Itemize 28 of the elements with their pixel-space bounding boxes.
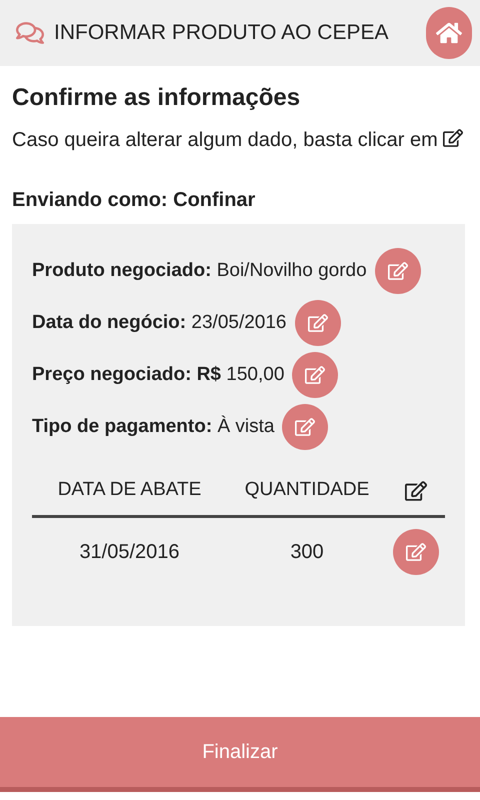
- edit-button[interactable]: [292, 352, 338, 398]
- table-cell-text: 31/05/2016: [78, 540, 181, 565]
- column-header: QUANTIDADE: [244, 478, 370, 502]
- edit-icon: [305, 365, 326, 385]
- info-text: Produto negociado: Boi/Novilho gordo: [32, 258, 367, 283]
- edit-icon: [443, 128, 464, 148]
- chat-icon: [16, 19, 44, 47]
- edit-icon: [295, 417, 316, 437]
- edit-button[interactable]: [374, 248, 421, 294]
- edit-button[interactable]: [282, 404, 328, 450]
- header-title: INFORMAR PRODUTO AO CEPEA: [54, 20, 390, 46]
- info-text: Data do negócio: 23/05/2016: [32, 310, 286, 335]
- info-text: Preço negociado: R$ 150,00: [32, 362, 284, 387]
- finish-button[interactable]: Finalizar: [0, 717, 480, 792]
- edit-icon: [388, 261, 408, 281]
- home-icon: [436, 20, 462, 46]
- edit-icon: [405, 480, 427, 502]
- info-text: Tipo de pagamento: À vista: [32, 414, 274, 439]
- edit-button[interactable]: [393, 529, 439, 575]
- page-heading: Confirme as informações: [12, 83, 302, 113]
- edit-button[interactable]: [294, 300, 340, 346]
- edit-icon: [308, 313, 328, 333]
- home-button[interactable]: [426, 7, 472, 59]
- table-cell-text: 300: [289, 540, 325, 565]
- edit-icon: [406, 542, 426, 562]
- sender-text: Enviando como: Confinar: [12, 188, 256, 213]
- intro-text: Caso queira alterar algum dado, basta clicar em: [12, 129, 438, 151]
- column-header: DATA DE ABATE: [56, 478, 202, 502]
